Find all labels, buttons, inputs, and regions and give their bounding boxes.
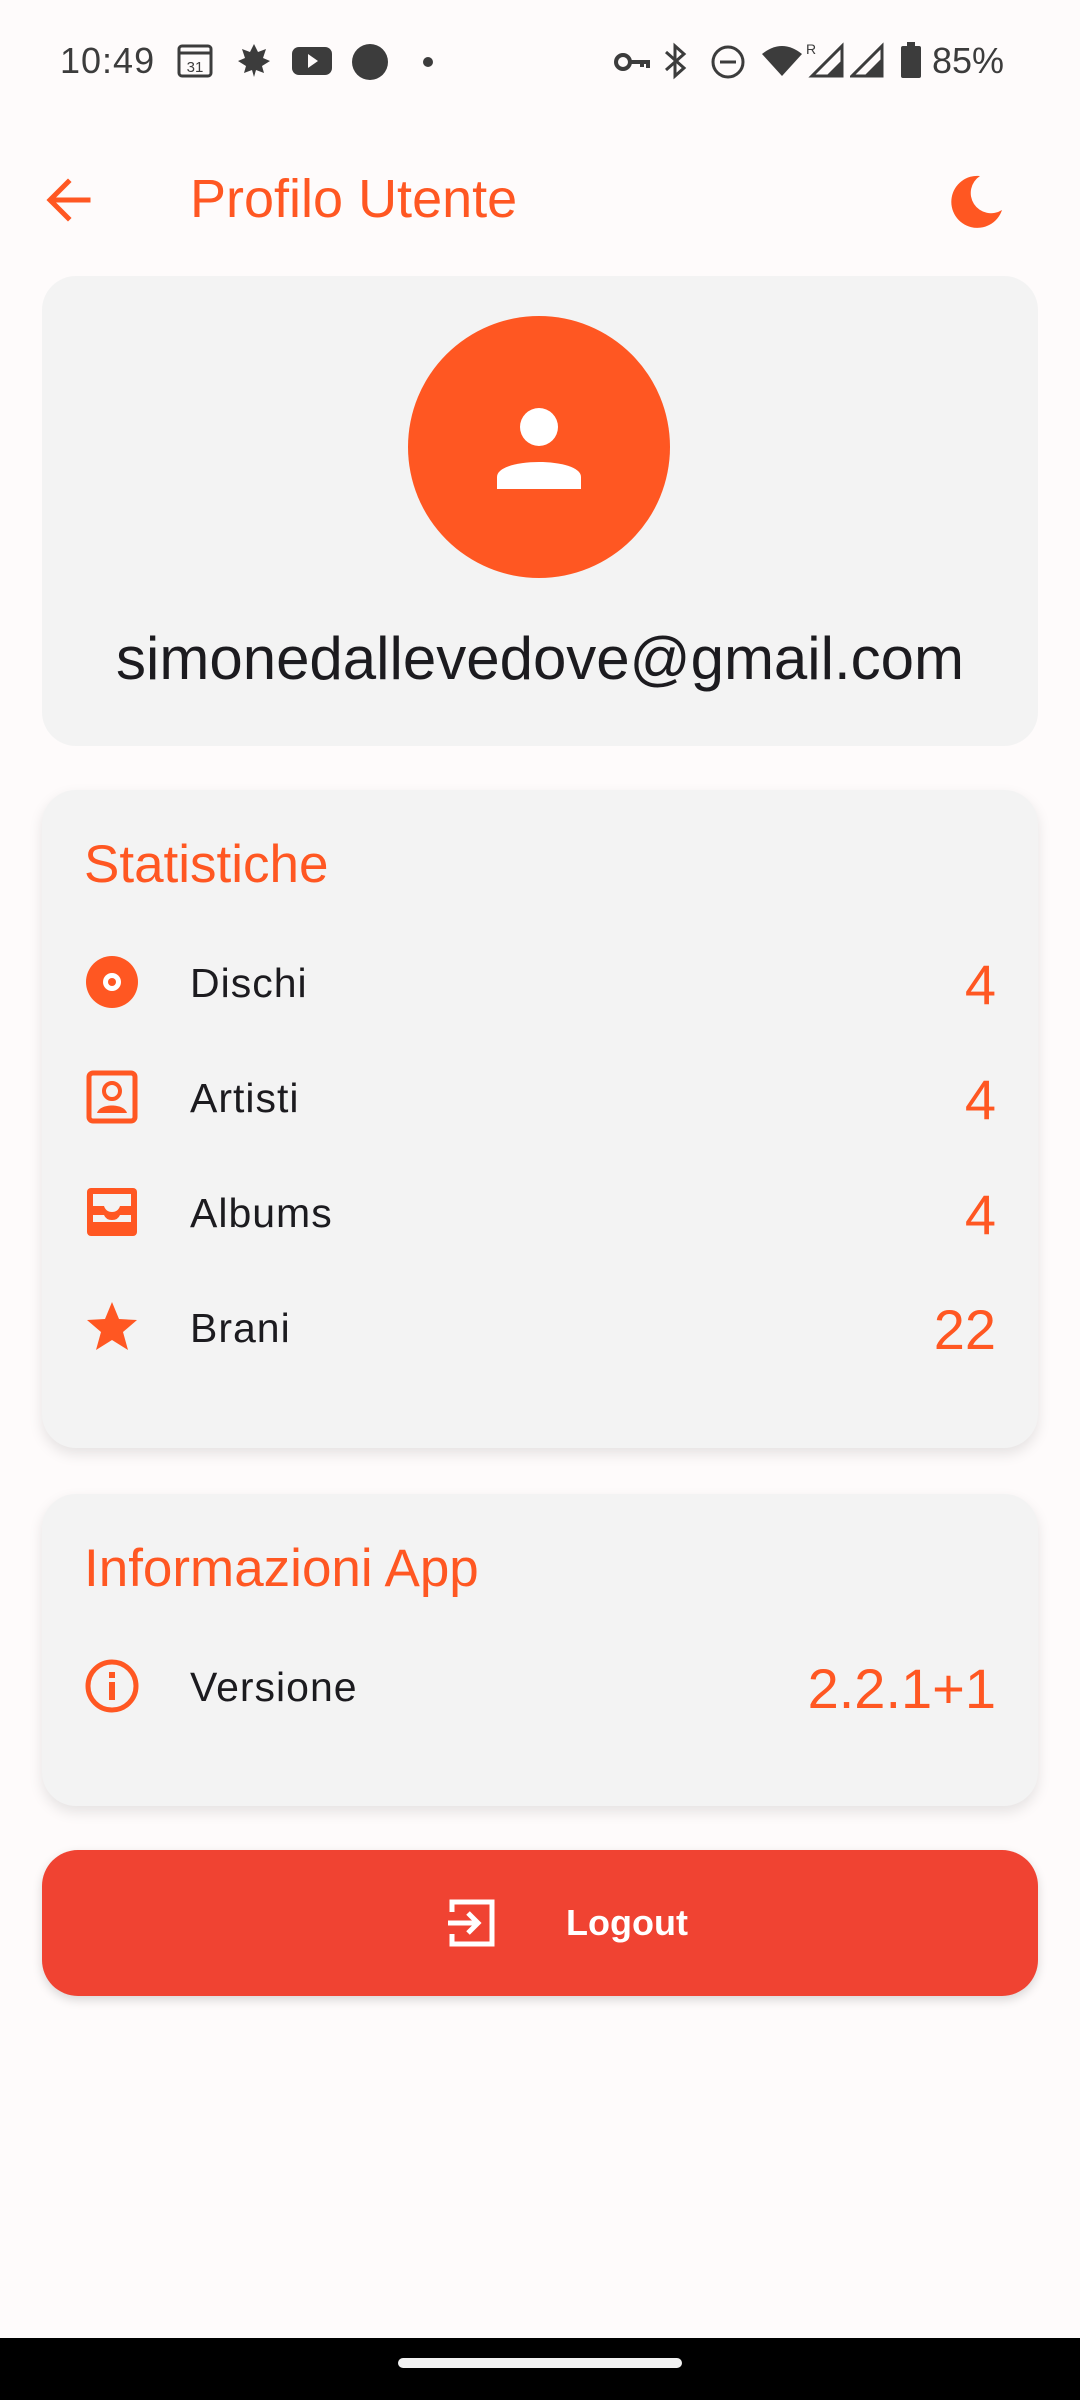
youtube-icon [290, 40, 334, 85]
status-time: 10:49 [60, 40, 156, 81]
page-title: Profilo Utente [190, 169, 518, 229]
info-icon [84, 1658, 140, 1714]
signal-icon [848, 40, 886, 85]
signal-roaming-icon: R [806, 40, 846, 85]
battery-icon [898, 40, 924, 85]
version-row: Versione 2.2.1+1 [42, 1630, 1038, 1740]
theme-toggle-button[interactable] [940, 168, 1012, 232]
stat-value: 22 [933, 1298, 996, 1361]
stat-row-brani: Brani 22 [42, 1271, 1038, 1381]
dark-mode-moon-icon [951, 175, 1002, 228]
stat-row-albums: Albums 4 [42, 1156, 1038, 1266]
stat-value: 4 [964, 1068, 996, 1131]
disc-icon [84, 954, 140, 1010]
user-email: simonedallevedove@gmail.com [116, 625, 964, 692]
stat-label: Brani [190, 1305, 291, 1351]
more-dot-icon [418, 40, 438, 85]
arrow-back-icon [46, 178, 91, 222]
stats-card: Statistiche Dischi 4 Artisti 4 Albums 4 … [42, 790, 1038, 1448]
app-info-card: Informazioni App Versione 2.2.1+1 [42, 1494, 1038, 1806]
stat-label: Albums [190, 1190, 333, 1236]
bluetooth-icon [660, 40, 692, 85]
profile-card: simonedallevedove@gmail.com [42, 276, 1038, 746]
back-button[interactable] [36, 168, 112, 232]
system-navigation-bar [0, 2338, 1080, 2400]
battery-percent: 85% [932, 40, 1005, 81]
logout-label: Logout [566, 1902, 688, 1943]
calendar-day: 31 [187, 59, 204, 76]
vpn-key-icon [612, 40, 652, 85]
avatar [408, 316, 670, 578]
svg-text:R: R [806, 41, 816, 57]
login-arrow-icon [444, 1896, 498, 1955]
stats-title: Statistiche [84, 835, 329, 894]
stat-label: Dischi [190, 960, 308, 1006]
logout-button[interactable]: Logout [42, 1850, 1038, 1996]
version-value: 2.2.1+1 [807, 1657, 996, 1720]
home-indicator[interactable] [398, 2358, 682, 2368]
album-inbox-icon [84, 1184, 140, 1240]
circle-notification-icon [350, 40, 390, 85]
person-icon [497, 408, 581, 489]
status-bar: 10:49 31 R 85% [0, 0, 1080, 128]
wifi-icon [760, 40, 804, 85]
calendar-icon: 31 [176, 40, 216, 85]
star-icon [84, 1299, 140, 1355]
stat-row-dischi: Dischi 4 [42, 926, 1038, 1036]
stat-value: 4 [964, 1183, 996, 1246]
maple-leaf-icon [234, 40, 274, 85]
artist-portrait-icon [84, 1069, 140, 1125]
version-label: Versione [190, 1664, 358, 1710]
stat-row-artisti: Artisti 4 [42, 1041, 1038, 1151]
app-bar: Profilo Utente [0, 148, 1080, 252]
stat-label: Artisti [190, 1075, 300, 1121]
do-not-disturb-icon [708, 40, 748, 85]
stat-value: 4 [964, 953, 996, 1016]
app-info-title: Informazioni App [84, 1539, 479, 1598]
